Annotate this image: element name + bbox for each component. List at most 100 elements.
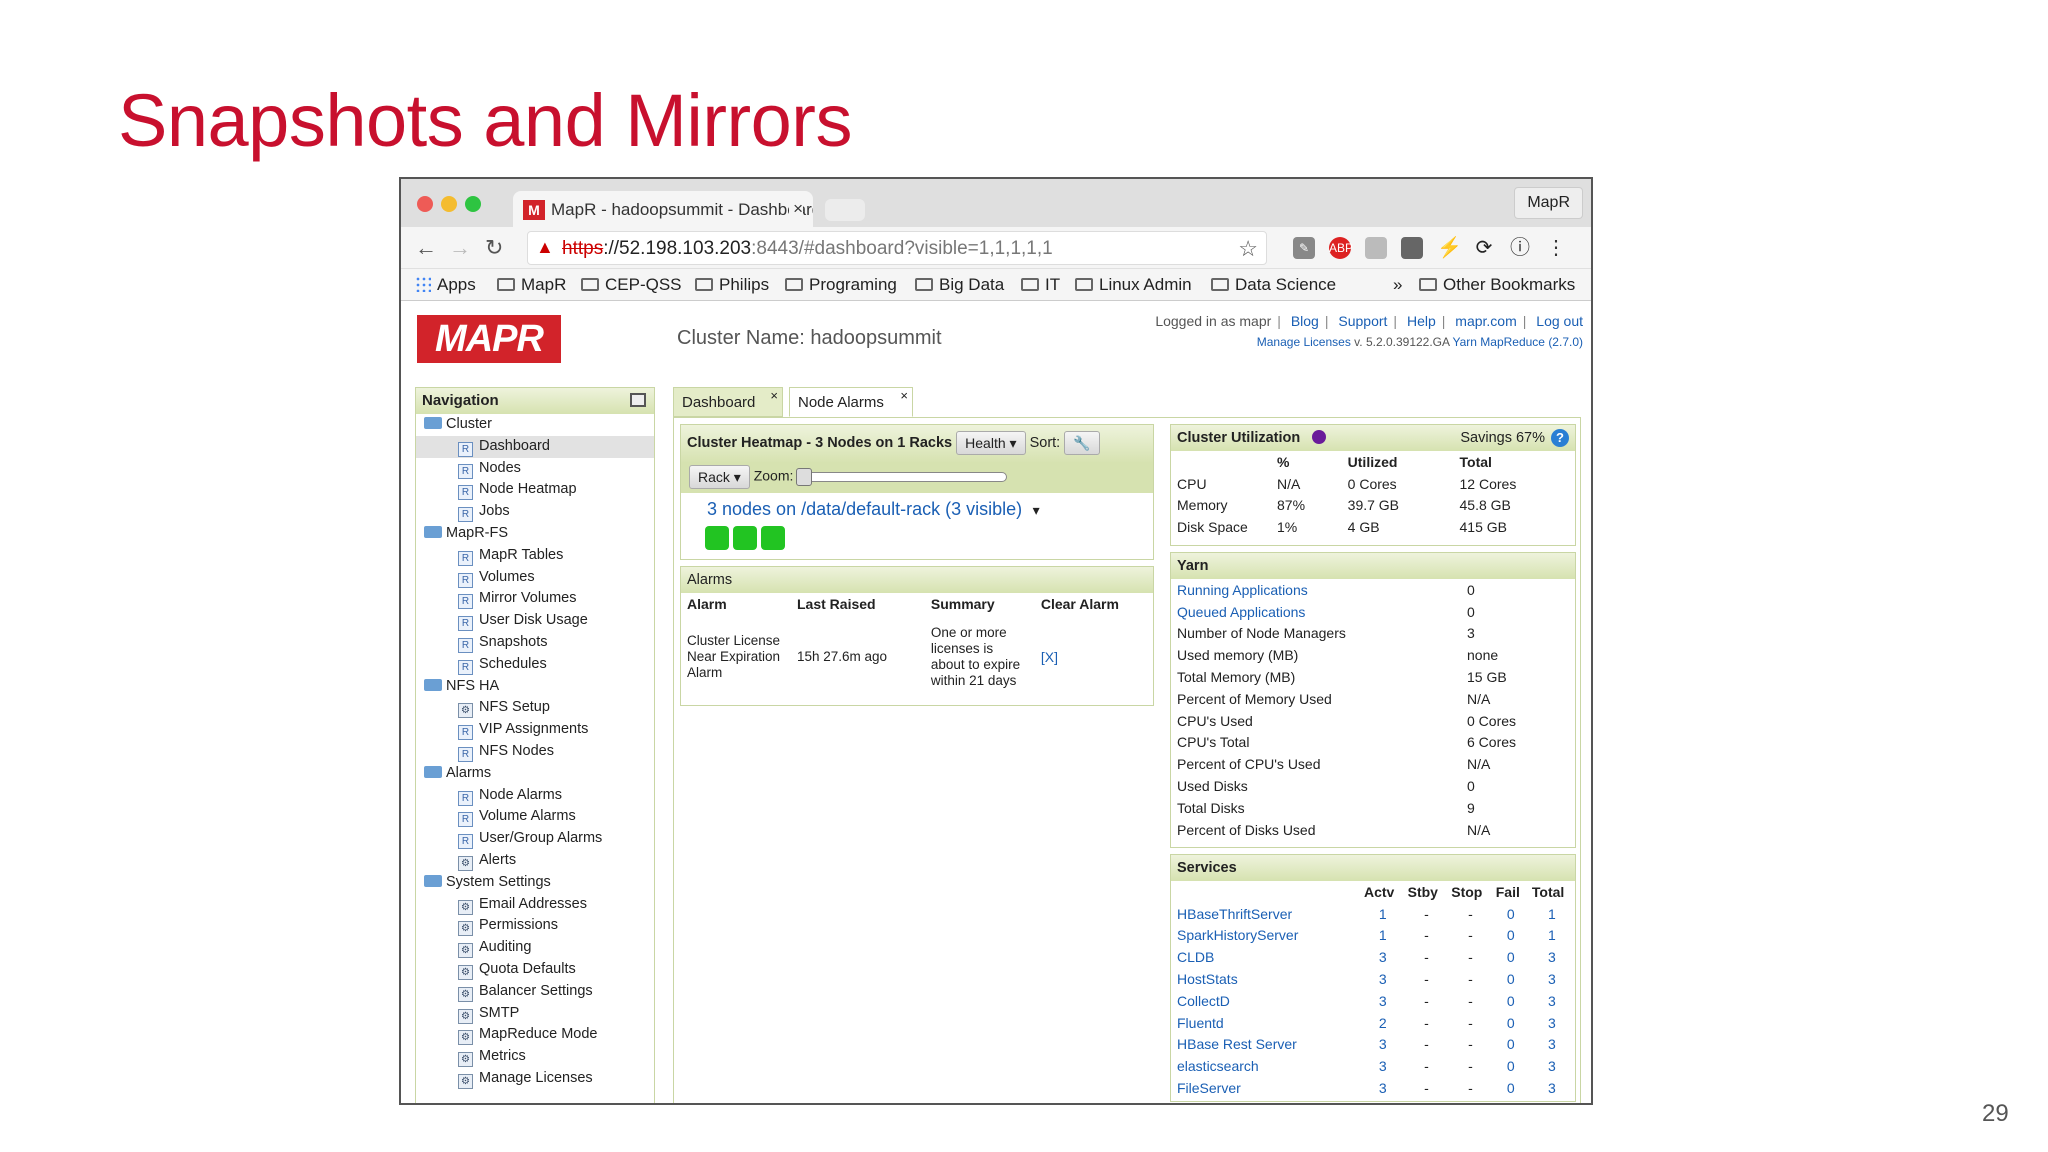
nav-item[interactable]: ⚙ Email Addresses (416, 894, 654, 916)
service-count[interactable]: 3 (1548, 993, 1556, 1009)
bookmark-mapr[interactable]: MapR (497, 275, 566, 295)
nav-item[interactable]: ⚙ SMTP (416, 1003, 654, 1025)
bolt-icon[interactable]: ⚡ (1437, 237, 1462, 259)
service-count[interactable]: 3 (1548, 949, 1556, 965)
nav-item[interactable]: R Jobs (416, 501, 654, 523)
help-icon[interactable]: ? (1551, 429, 1569, 447)
service-count[interactable]: 2 (1379, 1015, 1387, 1031)
health-dropdown[interactable]: Health ▾ (956, 431, 1026, 455)
nav-item[interactable]: ⚙ Quota Defaults (416, 959, 654, 981)
service-name-link[interactable]: FileServer (1177, 1080, 1241, 1096)
service-name-link[interactable]: HBaseThriftServer (1177, 906, 1292, 922)
nav-item[interactable]: ⚙ Manage Licenses (416, 1068, 654, 1090)
service-count[interactable]: 0 (1507, 993, 1515, 1009)
sync-icon[interactable]: ⟳ (1473, 237, 1495, 259)
close-window-button[interactable] (417, 196, 433, 212)
service-count[interactable]: 1 (1379, 927, 1387, 943)
service-name-link[interactable]: Fluentd (1177, 1015, 1224, 1031)
nav-item[interactable]: ⚙ NFS Setup (416, 697, 654, 719)
zoom-slider-handle[interactable] (796, 468, 813, 486)
tab-dashboard[interactable]: Dashboard × (673, 387, 783, 417)
profile-button[interactable]: MapR (1514, 187, 1583, 219)
service-count[interactable]: 3 (1379, 1080, 1387, 1096)
yarn-version-link[interactable]: Yarn MapReduce (2.7.0) (1452, 335, 1583, 349)
blog-link[interactable]: Blog (1291, 313, 1319, 329)
forward-icon[interactable]: → (449, 235, 471, 261)
back-icon[interactable]: ← (415, 235, 437, 261)
service-count[interactable]: 3 (1548, 971, 1556, 987)
service-count[interactable]: 3 (1548, 1015, 1556, 1031)
nav-group[interactable]: System Settings (416, 872, 654, 894)
service-count[interactable]: 3 (1548, 1080, 1556, 1096)
tab-close-icon[interactable]: × (770, 388, 778, 403)
help-link[interactable]: Help (1407, 313, 1436, 329)
rack-link[interactable]: 3 nodes on /data/default-rack (3 visible… (707, 499, 1022, 519)
service-name-link[interactable]: HostStats (1177, 971, 1238, 987)
service-name-link[interactable]: elasticsearch (1177, 1058, 1259, 1074)
service-count[interactable]: 0 (1507, 927, 1515, 943)
zoom-slider[interactable] (796, 468, 1008, 486)
node-tile[interactable] (705, 526, 729, 550)
service-count[interactable]: 3 (1379, 1036, 1387, 1052)
service-count[interactable]: 0 (1507, 1015, 1515, 1031)
nav-group[interactable]: MapR-FS (416, 523, 654, 545)
url-bar[interactable]: ▲ https://52.198.103.203:8443/#dashboard… (527, 231, 1267, 265)
bookmark-philips[interactable]: Philips (695, 275, 769, 295)
tab-close-icon[interactable]: × (900, 388, 908, 403)
nav-item[interactable]: ⚙ Auditing (416, 937, 654, 959)
caret-down-icon[interactable]: ▾ (1033, 502, 1040, 518)
nav-group[interactable]: Cluster (416, 414, 654, 436)
nav-item[interactable]: R User Disk Usage (416, 610, 654, 632)
yarn-label[interactable]: Running Applications (1177, 582, 1308, 598)
nav-item[interactable]: ⚙ Alerts (416, 850, 654, 872)
nav-item[interactable]: ⚙ Balancer Settings (416, 981, 654, 1003)
service-count[interactable]: 0 (1507, 971, 1515, 987)
nav-item[interactable]: ⚙ MapReduce Mode (416, 1024, 654, 1046)
reload-icon[interactable]: ↻ (485, 235, 503, 261)
service-name-link[interactable]: CLDB (1177, 949, 1214, 965)
clear-alarm-link[interactable]: [X] (1041, 649, 1058, 665)
service-count[interactable]: 1 (1548, 906, 1556, 922)
service-name-link[interactable]: HBase Rest Server (1177, 1036, 1297, 1052)
nav-item[interactable]: R Mirror Volumes (416, 588, 654, 610)
nav-item[interactable]: R Volumes (416, 567, 654, 589)
menu-kebab-icon[interactable]: ⋮ (1545, 237, 1567, 259)
new-tab-button[interactable] (825, 199, 865, 221)
extension-icon[interactable]: ✎ (1293, 237, 1315, 259)
service-count[interactable]: 0 (1507, 1036, 1515, 1052)
bookmark-it[interactable]: IT (1021, 275, 1060, 295)
service-name-link[interactable]: CollectD (1177, 993, 1230, 1009)
manage-licenses-link[interactable]: Manage Licenses (1257, 335, 1351, 349)
minimize-window-button[interactable] (441, 196, 457, 212)
service-count[interactable]: 3 (1379, 993, 1387, 1009)
service-count[interactable]: 3 (1379, 971, 1387, 987)
service-count[interactable]: 3 (1548, 1058, 1556, 1074)
service-count[interactable]: 0 (1507, 1080, 1515, 1096)
nav-item[interactable]: R Volume Alarms (416, 806, 654, 828)
nav-item[interactable]: R Node Alarms (416, 785, 654, 807)
logout-link[interactable]: Log out (1536, 313, 1583, 329)
maximize-window-button[interactable] (465, 196, 481, 212)
bookmark-apps[interactable]: Apps (415, 275, 476, 295)
node-tile[interactable] (761, 526, 785, 550)
node-tile[interactable] (733, 526, 757, 550)
info-icon[interactable]: ⓘ (1509, 237, 1531, 259)
nav-item[interactable]: R Dashboard (416, 435, 654, 458)
bookmarks-more[interactable]: » (1393, 275, 1402, 295)
nav-item[interactable]: R User/Group Alarms (416, 828, 654, 850)
adblock-icon[interactable]: ABP (1329, 237, 1353, 259)
yarn-label[interactable]: Queued Applications (1177, 604, 1305, 620)
wrench-button[interactable]: 🔧 (1064, 431, 1100, 455)
nav-item[interactable]: R Nodes (416, 458, 654, 480)
popout-icon[interactable] (630, 393, 646, 407)
support-link[interactable]: Support (1338, 313, 1387, 329)
service-count[interactable]: 0 (1507, 949, 1515, 965)
rack-dropdown[interactable]: Rack ▾ (689, 465, 750, 489)
extension-dark-icon[interactable] (1401, 237, 1423, 259)
bookmark-cep-qss[interactable]: CEP-QSS (581, 275, 682, 295)
service-count[interactable]: 1 (1548, 927, 1556, 943)
service-count[interactable]: 3 (1379, 949, 1387, 965)
nav-item[interactable]: R Schedules (416, 654, 654, 676)
nav-group[interactable]: Alarms (416, 763, 654, 785)
nav-item[interactable]: ⚙ Permissions (416, 915, 654, 937)
